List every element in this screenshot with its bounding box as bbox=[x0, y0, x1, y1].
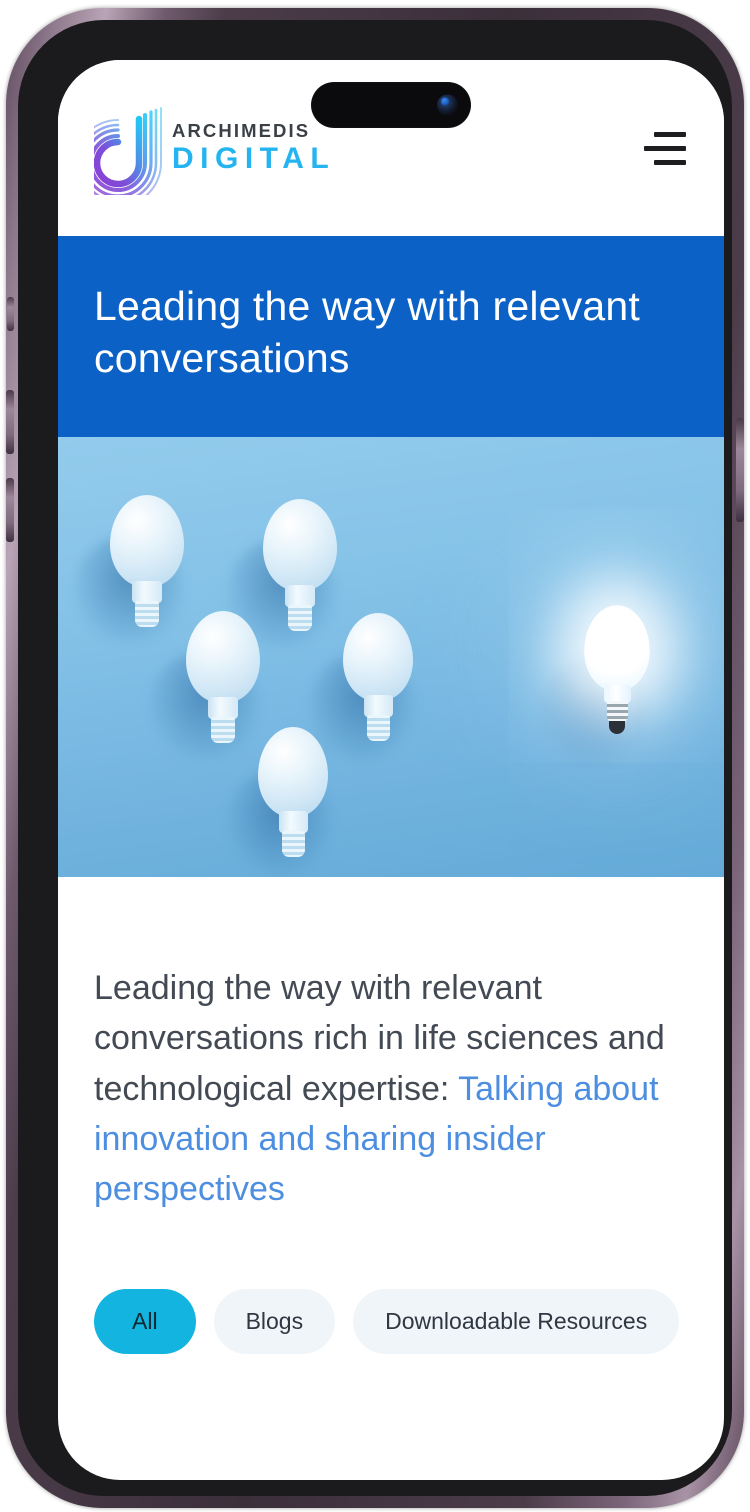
lightbulb-unlit bbox=[74, 494, 184, 645]
intro-paragraph: Leading the way with relevant conversati… bbox=[94, 963, 688, 1215]
lightbulb-unlit bbox=[227, 498, 337, 649]
menu-bar-middle bbox=[644, 145, 686, 151]
filter-bar: All Blogs Downloadable Resources bbox=[58, 1215, 724, 1354]
lightbulb-lit bbox=[540, 604, 652, 765]
brand-logo[interactable]: ARCHIMEDIS DIGITAL bbox=[94, 101, 335, 195]
brand-wordmark: ARCHIMEDIS DIGITAL bbox=[172, 120, 335, 177]
menu-bar-bottom bbox=[654, 159, 686, 165]
silent-switch-button[interactable] bbox=[7, 297, 14, 331]
lightbulb-unlit bbox=[309, 612, 415, 763]
menu-bar-top bbox=[654, 131, 686, 137]
page-title: Leading the way with relevant conversati… bbox=[94, 283, 640, 382]
hero-image bbox=[58, 436, 724, 877]
brand-name-primary: ARCHIMEDIS bbox=[172, 119, 311, 141]
dynamic-island bbox=[311, 82, 471, 128]
filter-pill-downloadable-resources[interactable]: Downloadable Resources bbox=[353, 1288, 680, 1354]
volume-down-button[interactable] bbox=[6, 478, 14, 542]
power-button[interactable] bbox=[736, 418, 744, 522]
hamburger-menu-icon[interactable] bbox=[640, 128, 686, 168]
phone-bezel: ARCHIMEDIS DIGITAL Leading the way with … bbox=[18, 20, 732, 1496]
lightbulb-unlit bbox=[150, 610, 260, 761]
lightbulb-unlit bbox=[228, 726, 332, 877]
filter-pill-all[interactable]: All bbox=[94, 1288, 196, 1354]
article-intro: Leading the way with relevant conversati… bbox=[58, 876, 724, 1215]
phone-frame: ARCHIMEDIS DIGITAL Leading the way with … bbox=[6, 8, 744, 1508]
filter-pill-blogs[interactable]: Blogs bbox=[213, 1288, 336, 1354]
brand-name-secondary: DIGITAL bbox=[172, 141, 336, 175]
phone-screen: ARCHIMEDIS DIGITAL Leading the way with … bbox=[58, 60, 724, 1480]
volume-up-button[interactable] bbox=[6, 390, 14, 454]
front-camera-icon bbox=[437, 94, 458, 116]
hero-banner: Leading the way with relevant conversati… bbox=[58, 236, 724, 437]
archimedis-d-logo-icon bbox=[94, 104, 162, 195]
